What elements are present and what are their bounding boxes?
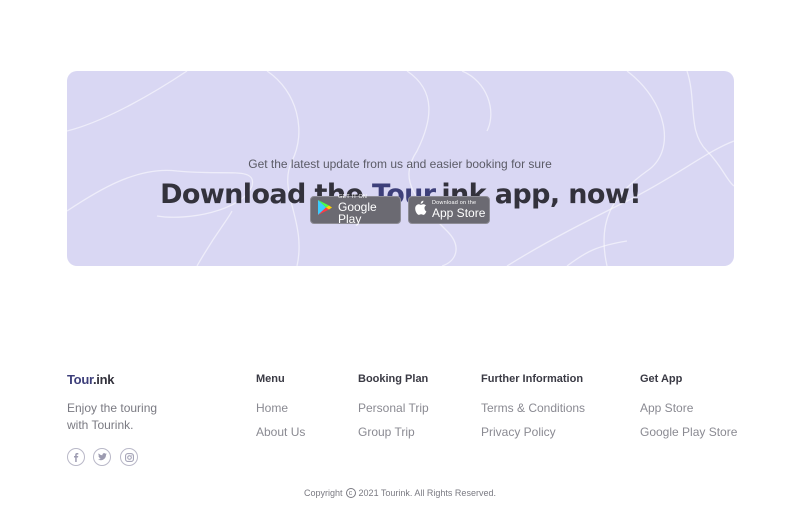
instagram-icon[interactable] (120, 448, 138, 466)
copyright-prefix: Copyright (304, 488, 343, 498)
app-store-button[interactable]: Download on the App Store (408, 196, 490, 224)
footer-link-app-store[interactable]: App Store (640, 401, 737, 415)
footer-tagline: Enjoy the touring with Tourink. (67, 401, 158, 432)
google-play-button[interactable]: GET IT ON Google Play (310, 194, 401, 227)
footer-link-terms[interactable]: Terms & Conditions (481, 401, 585, 415)
apple-icon (415, 200, 427, 220)
footer-column-get-app: Get App App Store Google Play Store (640, 373, 737, 449)
footer-link-personal-trip[interactable]: Personal Trip (358, 401, 429, 415)
footer-column-further-information: Further Information Terms & Conditions P… (481, 373, 585, 449)
footer-column-menu: Menu Home About Us (256, 373, 305, 449)
banner-subtitle: Get the latest update from us and easier… (248, 157, 552, 171)
copyright-notice: Copyright c 2021 Tourink. All Rights Res… (0, 488, 800, 498)
footer-link-home[interactable]: Home (256, 401, 305, 415)
further-information-heading: Further Information (481, 373, 584, 385)
booking-plan-heading: Booking Plan (358, 373, 429, 385)
google-play-big-label: Google Play (338, 200, 377, 227)
facebook-icon[interactable] (67, 448, 85, 466)
copyright-icon: c (345, 488, 356, 498)
app-store-big-label: App Store (432, 206, 486, 221)
footer-link-about-us[interactable]: About Us (256, 425, 305, 439)
footer-link-privacy[interactable]: Privacy Policy (481, 425, 585, 439)
google-play-icon (317, 199, 333, 221)
footer-link-group-trip[interactable]: Group Trip (358, 425, 429, 439)
twitter-icon[interactable] (93, 448, 111, 466)
footer-link-google-play-store[interactable]: Google Play Store (640, 425, 737, 439)
get-app-heading: Get App (640, 373, 683, 385)
copyright-text: 2021 Tourink. All Rights Reserved. (358, 488, 496, 498)
menu-heading: Menu (256, 373, 285, 385)
footer-logo[interactable]: Tour.ink (67, 372, 115, 387)
footer-column-booking-plan: Booking Plan Personal Trip Group Trip (358, 373, 429, 449)
